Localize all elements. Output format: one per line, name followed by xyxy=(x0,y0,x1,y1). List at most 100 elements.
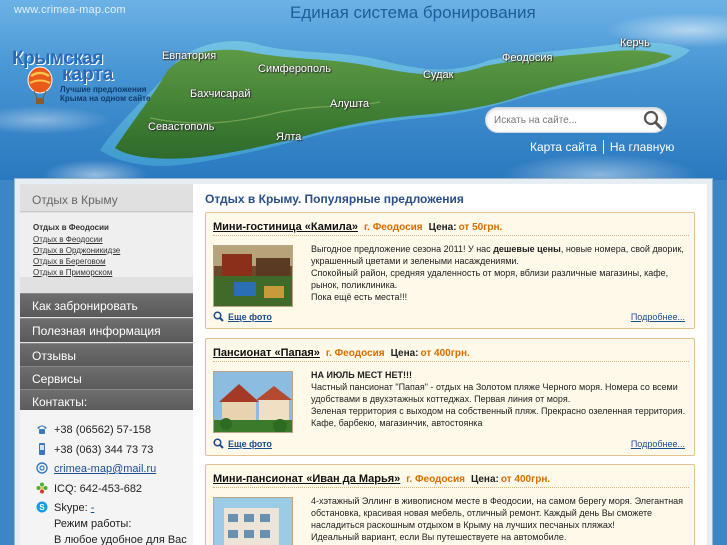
offer-price-label: Цена: xyxy=(390,348,419,359)
email-link[interactable]: crimea-map@mail.ru xyxy=(54,463,156,475)
home-link[interactable]: На главную xyxy=(610,140,674,154)
phone-mobile-text: +38 (063) 344 73 73 xyxy=(54,444,154,456)
offer-name-link[interactable]: Пансионат «Папая» xyxy=(213,347,320,359)
svg-text:S: S xyxy=(39,503,45,512)
more-photos-link[interactable]: Еще фото xyxy=(213,311,272,322)
desc-no-vacancy: НА ИЮЛЬ МЕСТ НЕТ!!! xyxy=(311,370,412,380)
magnifier-icon xyxy=(213,438,224,449)
city-label-evpatoria[interactable]: Евпатория xyxy=(162,50,216,62)
offer-name-link[interactable]: Мини-гостиница «Камила» xyxy=(213,221,358,233)
contact-phone-mobile: +38 (063) 344 73 73 xyxy=(36,443,153,456)
header-banner: www.crimea-map.com Единая система бронир… xyxy=(0,0,727,180)
sidebar-item-reviews[interactable]: Отзывы xyxy=(20,343,193,367)
offer-card-ivan-da-marya: Мини-пансионат «Иван да Марья» г. Феодоси… xyxy=(205,464,695,545)
desc-line3: удобствами в двухэтажных коттеджах. Перв… xyxy=(311,394,571,404)
details-link[interactable]: Подробнее... xyxy=(631,312,685,322)
sidebar-item-how-to-book[interactable]: Как забронировать xyxy=(20,293,193,317)
contact-skype: S Skype: - xyxy=(36,501,94,514)
site-logo[interactable]: Крымская карта Лучшие предложения Крыма … xyxy=(12,48,172,108)
city-label-simferopol[interactable]: Симферополь xyxy=(258,63,331,75)
booking-system-title: Единая система бронирования xyxy=(290,3,536,22)
skype-label: Skype: xyxy=(54,502,88,514)
hotel-courtyard-photo xyxy=(214,246,292,306)
sitemap-link[interactable]: Карта сайта xyxy=(530,140,597,154)
link-divider xyxy=(602,140,604,154)
sidebar-item-services[interactable]: Сервисы xyxy=(20,366,193,390)
desc-line4: рынок, поликлиника. xyxy=(311,280,398,290)
card-divider xyxy=(213,361,689,362)
city-label-kerch[interactable]: Керчь xyxy=(620,37,650,49)
logo-slogan-line1: Лучшие предложения xyxy=(60,85,147,94)
search-input[interactable] xyxy=(494,112,639,129)
city-label-yalta[interactable]: Ялта xyxy=(276,131,301,143)
offer-description: 4-хэтажный Эллинг в живописном месте в Ф… xyxy=(311,495,689,543)
more-photos-label: Еще фото xyxy=(228,312,272,322)
icq-flower-icon xyxy=(36,482,48,494)
page-title: Отдых в Крыму. Популярные предложения xyxy=(205,192,464,206)
offer-price-value: от 50грн. xyxy=(458,222,503,233)
contact-phone-landline: +38 (06562) 57-158 xyxy=(36,423,151,436)
offer-card-header: Мини-гостиница «Камила» г. Феодосия Цена: о… xyxy=(213,221,502,233)
pension-cottages-photo xyxy=(214,372,292,432)
offer-photo[interactable] xyxy=(213,371,293,433)
email-icon xyxy=(36,462,48,474)
desc-line1a: Выгодное предложение сезона 2011! У нас xyxy=(311,244,494,254)
city-label-sudak[interactable]: Судак xyxy=(423,69,453,81)
desc-line1: 4-хэтажный Эллинг в живописном месте в Ф… xyxy=(311,496,684,506)
magnifier-icon xyxy=(213,311,224,322)
desc-line4: Идеальный вариант, если Вы путешествуете… xyxy=(311,532,567,542)
city-label-alushta[interactable]: Алушта xyxy=(330,98,369,110)
sidebar-item-useful-info[interactable]: Полезная информация xyxy=(20,318,193,342)
desc-line2: обстановка, красивая новая мебель, отлич… xyxy=(311,508,653,518)
desc-line2: Частный пансионат "Папая" - отдых на Зол… xyxy=(311,382,678,392)
icq-text: ICQ: 642-453-682 xyxy=(54,483,143,495)
sidebar-submenu-feodosia: Отдых в Феодосии Отдых в Феодосии Отдых … xyxy=(20,213,193,277)
details-link[interactable]: Подробнее... xyxy=(631,439,685,449)
offer-price-value: от 400грн. xyxy=(500,474,551,485)
submenu-link-ordzhonikidze[interactable]: Отдых в Орджоникидзе xyxy=(33,245,193,256)
logo-text-line2: карта xyxy=(62,64,114,85)
offer-card-kamila: Мини-гостиница «Камила» г. Феодосия Цена: о… xyxy=(205,212,695,329)
offer-city: г. Феодосия xyxy=(363,222,423,233)
offer-name-link[interactable]: Мини-пансионат «Иван да Марья» xyxy=(213,473,400,485)
search-box xyxy=(485,107,667,133)
city-label-sevastopol[interactable]: Севастополь xyxy=(148,121,214,133)
offer-price-label: Цена: xyxy=(470,474,499,485)
more-photos-link[interactable]: Еще фото xyxy=(213,438,272,449)
contacts-block: +38 (06562) 57-158 +38 (063) 344 73 73 c… xyxy=(20,410,193,545)
submenu-link-feodosia[interactable]: Отдых в Феодосии xyxy=(33,234,193,245)
offer-photo[interactable] xyxy=(213,245,293,307)
working-hours-label: Режим работы: xyxy=(54,518,132,530)
offer-card-header: Мини-пансионат «Иван да Марья» г. Феодоси… xyxy=(213,473,550,485)
desc-line5: Кафе, барбекю, магазинчик, автостоянка xyxy=(311,418,483,428)
city-label-feodosia[interactable]: Феодосия xyxy=(502,52,553,64)
submenu-title: Отдых в Феодосии xyxy=(33,223,109,232)
logo-slogan-line2: Крыма на одном сайте xyxy=(60,94,151,103)
submenu-link-beregovoe[interactable]: Отдых в Береговом xyxy=(33,256,193,267)
desc-line1c: , новые номера, свой дворик, xyxy=(560,244,684,254)
phone-landline-text: +38 (06562) 57-158 xyxy=(54,424,151,436)
offer-price-label: Цена: xyxy=(428,222,457,233)
elling-building-photo xyxy=(214,498,292,545)
search-icon[interactable] xyxy=(642,110,664,130)
submenu-link-primorskiy[interactable]: Отдых в Приморском xyxy=(33,267,193,278)
city-label-bakhchisarai[interactable]: Бахчисарай xyxy=(190,88,250,100)
contact-icq: ICQ: 642-453-682 xyxy=(36,482,142,495)
site-url: www.crimea-map.com xyxy=(14,4,126,16)
mobile-phone-icon xyxy=(39,443,45,455)
offer-description: НА ИЮЛЬ МЕСТ НЕТ!!! Частный пансионат "П… xyxy=(311,369,689,429)
desc-line2: украшенный цветами и зелеными насаждения… xyxy=(311,256,519,266)
offer-price-value: от 400грн. xyxy=(420,348,470,359)
offer-city: г. Феодосия xyxy=(325,348,385,359)
desc-line3: насладиться раскошным отдыхом в Крыму на… xyxy=(311,520,615,530)
working-hours-value: В любое удобное для Вас xyxy=(54,534,187,545)
skype-link[interactable]: - xyxy=(91,502,95,514)
card-divider xyxy=(213,487,689,488)
offer-photo[interactable] xyxy=(213,497,293,545)
offer-city: г. Феодосия xyxy=(406,474,465,485)
sidebar-item-rest-in-crimea[interactable]: Отдых в Крыму xyxy=(20,188,193,212)
main-content: Отдых в Крыму. Популярные предложения Ми… xyxy=(193,184,707,545)
contact-email: crimea-map@mail.ru xyxy=(36,462,156,475)
more-photos-label: Еще фото xyxy=(228,439,272,449)
skype-icon: S xyxy=(36,501,48,513)
